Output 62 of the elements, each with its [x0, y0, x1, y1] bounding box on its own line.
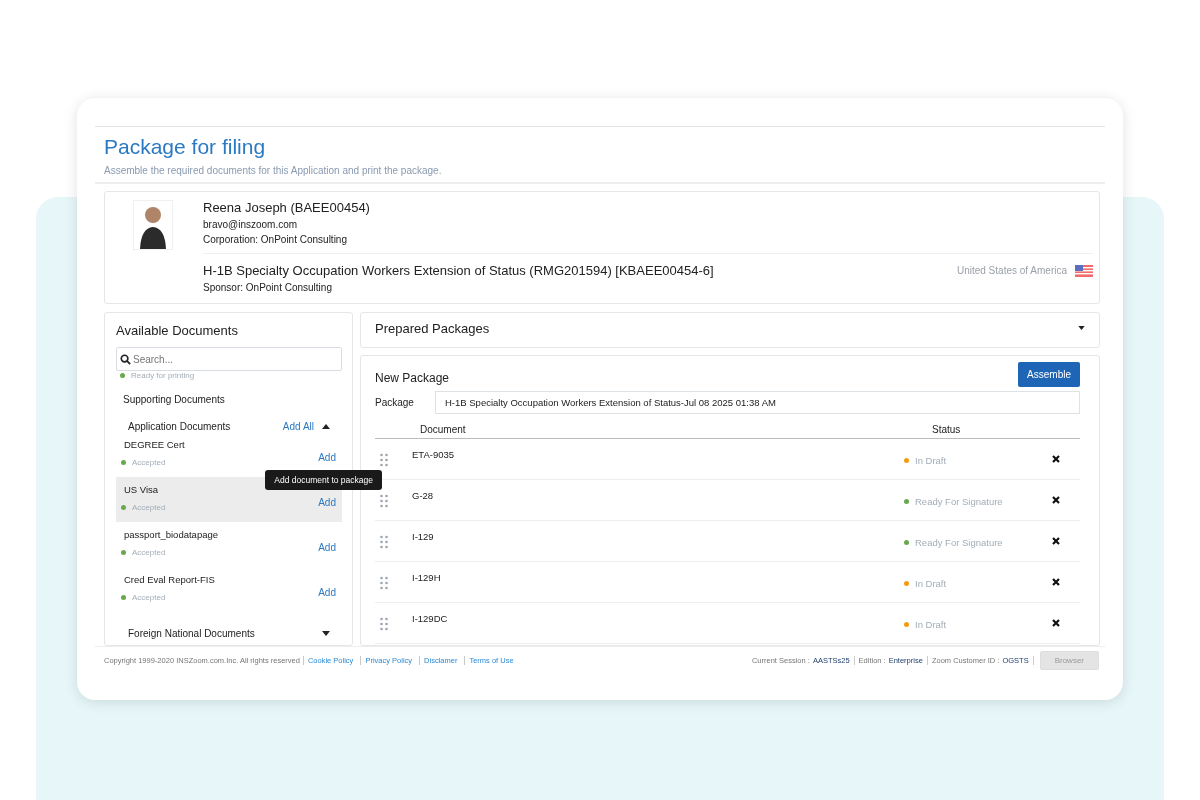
- page-title: Package for filing: [104, 135, 267, 159]
- status-text: Accepted: [132, 593, 166, 602]
- drag-handle-icon[interactable]: [380, 453, 388, 467]
- status-text: In Draft: [915, 455, 947, 466]
- remove-icon[interactable]: [1052, 496, 1060, 504]
- field-label: Package: [375, 397, 415, 408]
- status-text: Ready for printing: [131, 371, 195, 380]
- status-text: In Draft: [915, 619, 947, 630]
- document-name: G-28: [412, 490, 435, 501]
- add-link[interactable]: Add: [318, 452, 336, 463]
- country-name: United States of America: [956, 265, 1067, 276]
- panel-title: Prepared Packages: [375, 320, 490, 336]
- panel-title: Available Documents: [116, 323, 239, 338]
- remove-icon[interactable]: [1052, 537, 1060, 545]
- case-title: H-1B Specialty Occupation Workers Extension of Status (RMG201594) [KBAEE00454-6]: [203, 263, 714, 278]
- remove-icon[interactable]: [1052, 455, 1060, 463]
- caret-icon[interactable]: [322, 631, 330, 636]
- case-sponsor: Sponsor: OnPoint Consulting: [203, 282, 333, 293]
- document-name: ETA-9035: [412, 449, 456, 460]
- section-title: New Package: [375, 371, 450, 387]
- avatar-icon: [133, 200, 173, 250]
- applicant-corporation: Corporation: OnPoint Consulting: [203, 234, 348, 245]
- document-name: DEGREE Cert: [124, 439, 186, 450]
- section-heading: Supporting Documents: [122, 393, 226, 405]
- drag-handle-icon[interactable]: [380, 617, 388, 631]
- add-link[interactable]: Add: [318, 542, 336, 553]
- drag-handle-icon[interactable]: [380, 576, 388, 590]
- page-subtitle: Assemble the required documents for this Application and print the package.: [104, 165, 443, 176]
- status-text: Accepted: [132, 458, 166, 467]
- document-name: passport_biodatapage: [124, 529, 220, 540]
- status-text: Accepted: [132, 503, 166, 512]
- document-name: I-129H: [412, 572, 442, 583]
- status-text: Ready For Signature: [915, 496, 1003, 507]
- applicant-email: bravo@inszoom.com: [203, 219, 299, 230]
- add-all-link[interactable]: Add All: [282, 421, 314, 432]
- remove-icon[interactable]: [1052, 619, 1060, 627]
- status-text: Accepted: [132, 548, 166, 557]
- applicant-name: Reena Joseph (BAEE00454): [203, 200, 371, 215]
- add-link[interactable]: Add: [318, 497, 336, 508]
- drag-handle-icon[interactable]: [380, 535, 388, 549]
- assemble-button[interactable]: Assemble: [1018, 362, 1080, 387]
- add-link[interactable]: Add: [318, 587, 336, 598]
- document-name: I-129: [412, 531, 435, 542]
- search-icon: [120, 354, 131, 365]
- document-name: Cred Eval Report-FIS: [124, 574, 216, 585]
- document-name: I-129DC: [412, 613, 449, 624]
- group-title[interactable]: Foreign National Documents: [128, 628, 255, 639]
- document-name: US Visa: [124, 484, 160, 495]
- column-header: Document: [420, 424, 467, 435]
- caret-icon[interactable]: [322, 424, 330, 429]
- status-text: Ready For Signature: [915, 537, 1003, 548]
- search-field[interactable]: Search...: [116, 347, 342, 371]
- remove-icon[interactable]: [1052, 578, 1060, 586]
- tooltip: Add document to package: [265, 470, 382, 490]
- drag-handle-icon[interactable]: [380, 494, 388, 508]
- flag-icon: [1075, 265, 1093, 277]
- prepared-packages-panel[interactable]: Prepared Packages: [360, 312, 1100, 348]
- package-name-field[interactable]: H-1B Specialty Occupation Workers Extension of Status-Jul 08 2025 01:38 AM: [435, 391, 1080, 414]
- column-header: Status: [932, 424, 962, 435]
- status-text: In Draft: [915, 578, 947, 589]
- group-title[interactable]: Application Documents: [128, 421, 231, 432]
- caret-icon[interactable]: [1078, 326, 1085, 330]
